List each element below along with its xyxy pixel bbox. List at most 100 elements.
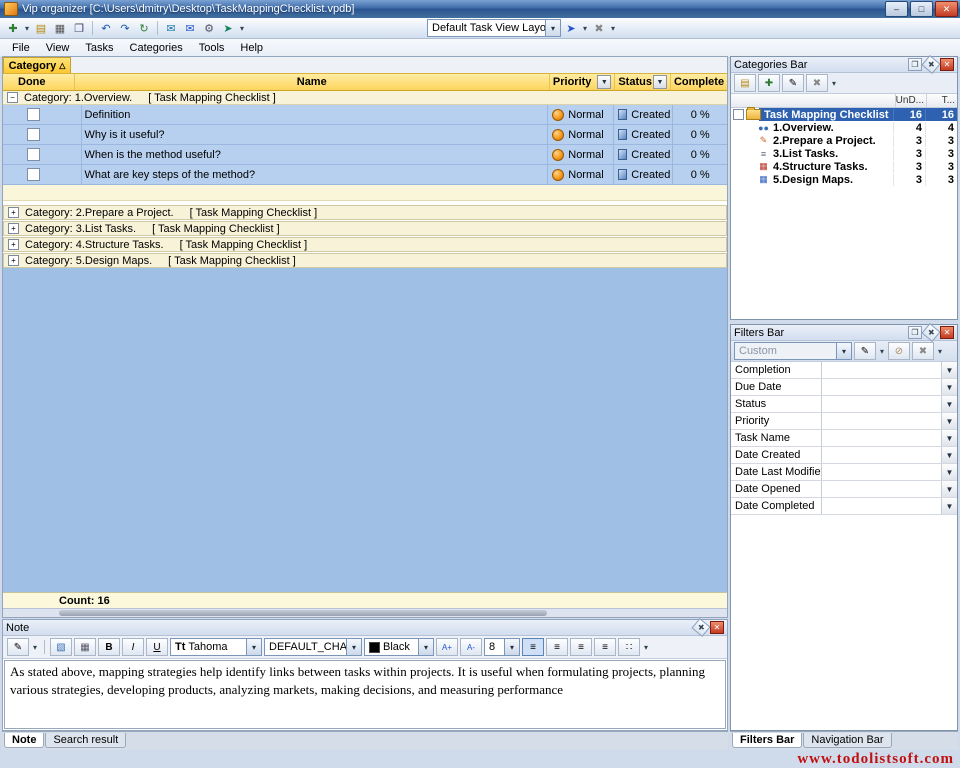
tab-note[interactable]: Note <box>4 733 44 748</box>
settings-icon[interactable]: ⚙ <box>200 20 218 36</box>
filter-dropdown-icon[interactable]: ▾ <box>878 347 886 356</box>
menu-file[interactable]: File <box>4 40 38 56</box>
filter-value-dropdown-icon[interactable]: ▼ <box>941 447 957 463</box>
group-header-overview[interactable]: − Category: 1.Overview. [ Task Mapping C… <box>3 91 727 105</box>
close-panel-icon[interactable]: ✕ <box>940 326 954 339</box>
filter-value-dropdown-icon[interactable]: ▼ <box>941 396 957 412</box>
note-more-dropdown-icon[interactable]: ▾ <box>642 643 650 652</box>
column-header-name[interactable]: Name <box>75 74 550 90</box>
tab-filters-bar[interactable]: Filters Bar <box>732 733 802 748</box>
apply-layout-icon[interactable]: ➤ <box>562 20 580 36</box>
filter-value-cell[interactable]: ▼ <box>822 498 957 514</box>
go-dropdown-icon[interactable]: ▾ <box>238 24 246 33</box>
edit-note-button[interactable]: ✎ <box>7 638 29 656</box>
redo-icon[interactable]: ↷ <box>116 20 134 36</box>
font-color-dropdown-icon[interactable]: ▾ <box>418 639 433 655</box>
task-row[interactable]: Definition Normal Created 0 % <box>3 105 727 125</box>
filter-value-dropdown-icon[interactable]: ▼ <box>941 498 957 514</box>
sync-icon[interactable]: ↻ <box>135 20 153 36</box>
group-header-structure-tasks[interactable]: + Category: 4.Structure Tasks. [ Task Ma… <box>3 237 727 252</box>
menu-tools[interactable]: Tools <box>191 40 233 56</box>
group-header-design-maps[interactable]: + Category: 5.Design Maps. [ Task Mappin… <box>3 253 727 268</box>
underline-button[interactable]: U <box>146 638 168 656</box>
filters-more-dropdown-icon[interactable]: ▾ <box>936 347 944 356</box>
filter-value-cell[interactable]: ▼ <box>822 447 957 463</box>
filter-preset-dropdown-icon[interactable]: ▾ <box>836 343 851 359</box>
filter-value-dropdown-icon[interactable]: ▼ <box>941 413 957 429</box>
task-row[interactable]: When is the method useful? Normal Create… <box>3 145 727 165</box>
restore-panel-icon[interactable]: ❐ <box>908 326 922 339</box>
group-header-list-tasks[interactable]: + Category: 3.List Tasks. [ Task Mapping… <box>3 221 727 236</box>
minimize-button[interactable]: – <box>885 1 908 17</box>
align-right-button[interactable]: ≡ <box>570 638 592 656</box>
category-group-tab[interactable]: Category △ <box>3 57 71 73</box>
font-size-dropdown-icon[interactable]: ▾ <box>504 639 519 655</box>
more-dropdown-icon[interactable]: ▾ <box>609 24 617 33</box>
group-header-prepare-project[interactable]: + Category: 2.Prepare a Project. [ Task … <box>3 205 727 220</box>
layout-selector[interactable]: Default Task View Layout ▾ <box>427 19 561 37</box>
filter-value-cell[interactable]: ▼ <box>822 379 957 395</box>
column-header-complete[interactable]: Complete <box>671 74 727 90</box>
edit-filter-icon[interactable]: ✎ <box>854 342 876 360</box>
delete-category-icon[interactable]: ✖ <box>806 74 828 92</box>
menu-view[interactable]: View <box>38 40 78 56</box>
maximize-button[interactable]: □ <box>910 1 933 17</box>
categories-more-dropdown-icon[interactable]: ▾ <box>830 79 838 88</box>
pin-icon[interactable]: ✚ <box>921 323 940 342</box>
expand-group-icon[interactable]: + <box>8 207 19 218</box>
tab-search-result[interactable]: Search result <box>45 733 126 748</box>
filter-preset-combo[interactable]: Custom ▾ <box>734 342 852 360</box>
close-panel-icon[interactable]: ✕ <box>710 621 724 634</box>
close-button[interactable]: ✕ <box>935 1 958 17</box>
insert-table-icon[interactable]: ▦ <box>74 638 96 656</box>
bold-button[interactable]: B <box>98 638 120 656</box>
tree-item-design-maps[interactable]: ▦ 5.Design Maps. 3 3 <box>731 173 957 186</box>
note-text[interactable]: As stated above, mapping strategies help… <box>4 660 726 729</box>
column-undone[interactable]: UnD... <box>895 94 926 107</box>
priority-filter-dropdown-icon[interactable]: ▼ <box>597 75 611 89</box>
task-row[interactable]: What are key steps of the method? Normal… <box>3 165 727 185</box>
filter-value-cell[interactable]: ▼ <box>822 430 957 446</box>
horizontal-scrollbar-thumb[interactable] <box>59 610 547 616</box>
font-color-combo[interactable]: Black ▾ <box>364 638 434 656</box>
open-icon[interactable]: ▤ <box>32 20 50 36</box>
font-family-dropdown-icon[interactable]: ▾ <box>246 639 261 655</box>
expand-group-icon[interactable]: + <box>8 223 19 234</box>
layout-menu-dropdown-icon[interactable]: ▾ <box>581 24 589 33</box>
new-task-icon[interactable]: ✚ <box>4 20 22 36</box>
collapse-tree-icon[interactable]: − <box>733 109 744 120</box>
tree-item-task-mapping-checklist[interactable]: − Task Mapping Checklist 16 16 <box>731 108 957 121</box>
insert-image-icon[interactable]: ▧ <box>50 638 72 656</box>
task-row[interactable]: Why is it useful? Normal Created 0 % <box>3 125 727 145</box>
menu-categories[interactable]: Categories <box>122 40 191 56</box>
filter-value-dropdown-icon[interactable]: ▼ <box>941 430 957 446</box>
expand-group-icon[interactable]: + <box>8 239 19 250</box>
tree-item-list-tasks[interactable]: ≡ 3.List Tasks. 3 3 <box>731 147 957 160</box>
layout-selector-dropdown-icon[interactable]: ▾ <box>545 20 560 36</box>
tab-navigation-bar[interactable]: Navigation Bar <box>803 733 891 748</box>
tree-item-prepare-project[interactable]: ✎ 2.Prepare a Project. 3 3 <box>731 134 957 147</box>
new-task-dropdown-icon[interactable]: ▾ <box>23 24 31 33</box>
filter-value-cell[interactable]: ▼ <box>822 464 957 480</box>
mail-icon[interactable]: ✉ <box>162 20 180 36</box>
status-filter-dropdown-icon[interactable]: ▼ <box>653 75 667 89</box>
new-category-icon[interactable]: ▤ <box>734 74 756 92</box>
menu-tasks[interactable]: Tasks <box>77 40 121 56</box>
charset-combo[interactable]: DEFAULT_CHAR... ▾ <box>264 638 362 656</box>
filter-value-dropdown-icon[interactable]: ▼ <box>941 481 957 497</box>
align-justify-button[interactable]: ≡ <box>594 638 616 656</box>
done-checkbox[interactable] <box>27 128 40 141</box>
filter-value-dropdown-icon[interactable]: ▼ <box>941 464 957 480</box>
restore-panel-icon[interactable]: ❐ <box>908 58 922 71</box>
new-subcategory-icon[interactable]: ✚ <box>758 74 780 92</box>
menu-help[interactable]: Help <box>232 40 271 56</box>
send-mail-icon[interactable]: ✉ <box>181 20 199 36</box>
done-checkbox[interactable] <box>27 168 40 181</box>
column-header-status[interactable]: Status ▼ <box>615 74 671 90</box>
filter-value-cell[interactable]: ▼ <box>822 396 957 412</box>
font-family-combo[interactable]: Tt Tahoma ▾ <box>170 638 262 656</box>
edit-category-icon[interactable]: ✎ <box>782 74 804 92</box>
print-icon[interactable]: ▦ <box>51 20 69 36</box>
undo-icon[interactable]: ↶ <box>97 20 115 36</box>
bullet-list-button[interactable]: ∷ <box>618 638 640 656</box>
